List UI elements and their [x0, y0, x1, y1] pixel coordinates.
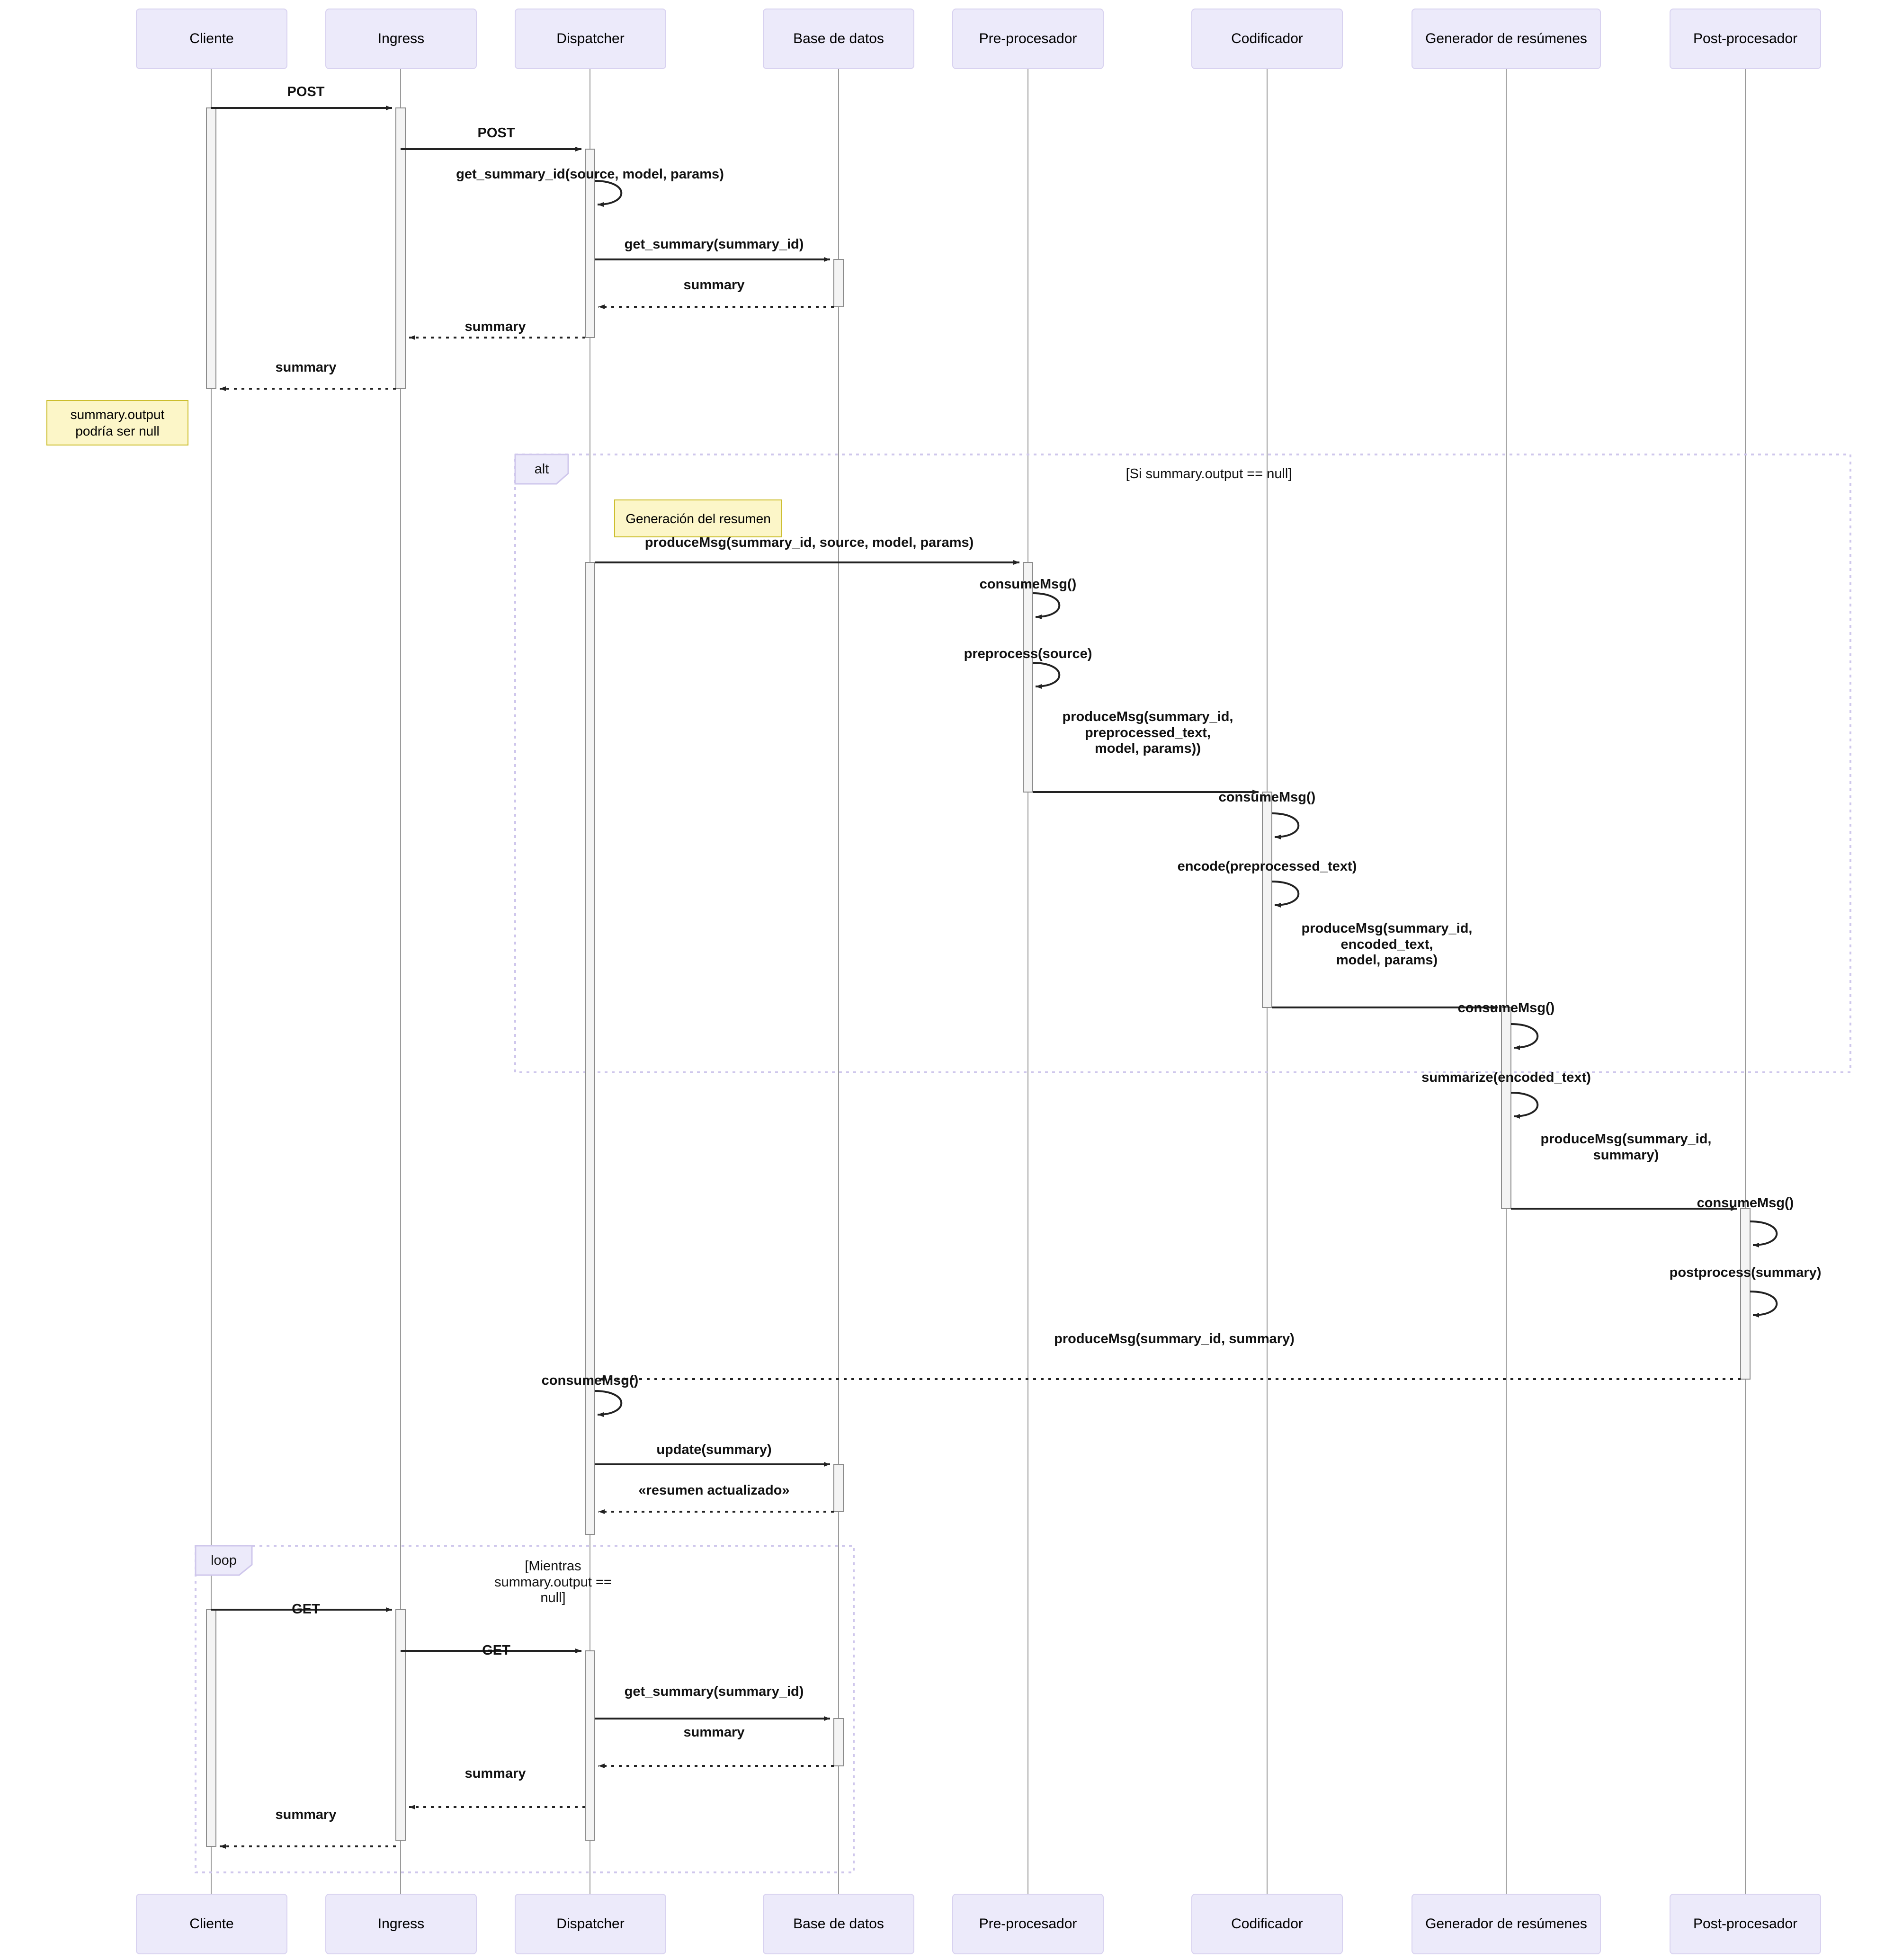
message-label-get-ingress-dispatcher: GET [482, 1643, 510, 1658]
participant-label: Codificador [1231, 31, 1303, 46]
arrow-m10-self [1032, 662, 1061, 689]
arrow-m15-self [1510, 1023, 1539, 1050]
lifelines-group [211, 66, 1746, 1896]
participant-label: Base de datos [793, 31, 884, 46]
message-label-consumemsg-postproc: consumeMsg() [1697, 1195, 1794, 1211]
message-label-resumen-actualizado: «resumen actualizado» [638, 1483, 790, 1498]
activation-database-2 [833, 1464, 844, 1512]
participant-label: Generador de resúmenes [1425, 31, 1587, 46]
participant-label: Pre-procesador [979, 1916, 1077, 1932]
loop-fragment-condition: [Mientras summary.output == null] [494, 1559, 612, 1606]
message-label-get-summary-loop: get_summary(summary_id) [624, 1684, 804, 1699]
message-label-summary-db-dispatcher-loop: summary [683, 1725, 745, 1740]
activation-ingress-2 [395, 1609, 406, 1841]
activation-database-3 [833, 1718, 844, 1766]
participant-head-cliente[interactable]: Cliente [136, 9, 287, 69]
message-label-producemsg-summary: produceMsg(summary_id, summary) [1540, 1131, 1712, 1163]
message-label-summary-ingress-cliente: summary [275, 360, 337, 375]
message-label-summary-ingress-cliente-loop: summary [275, 1807, 337, 1822]
participant-label: Post-procesador [1693, 31, 1798, 46]
fragment-label-shapes [195, 454, 569, 1576]
participant-label: Cliente [189, 31, 234, 46]
arrow-m13-self [1271, 881, 1300, 908]
message-label-encode-preprocessed: encode(preprocessed_text) [1177, 859, 1357, 874]
note-generacion-del-resumen: Generación del resumen [614, 499, 782, 537]
message-label-update-summary: update(summary) [656, 1442, 772, 1457]
message-label-producemsg-summary-id-summary: produceMsg(summary_id, summary) [1054, 1331, 1295, 1346]
participant-foot-database[interactable]: Base de datos [763, 1894, 914, 1954]
activation-dispatcher-3 [585, 1650, 595, 1841]
participant-head-database[interactable]: Base de datos [763, 9, 914, 69]
diagram-vector-layer: dispatcher return --> [195, 66, 1851, 1896]
participant-head-postproc[interactable]: Post-procesador [1670, 9, 1821, 69]
participant-head-preproc[interactable]: Pre-procesador [952, 9, 1104, 69]
arrow-m3-self [594, 180, 623, 207]
activation-encoder-1 [1262, 792, 1272, 1008]
participant-label: Base de datos [793, 1916, 884, 1932]
message-label-producemsg-preprocessed: produceMsg(summary_id, preprocessed_text… [1062, 709, 1233, 757]
message-label-post-cliente-ingress: POST [287, 84, 325, 99]
alt-fragment-condition: [Si summary.output == null] [1126, 466, 1292, 481]
arrow-m18-self [1750, 1221, 1778, 1247]
alt-fragment-label: alt [534, 461, 549, 477]
participant-foot-dispatcher[interactable]: Dispatcher [515, 1894, 666, 1954]
participant-head-encoder[interactable]: Codificador [1191, 9, 1343, 69]
participant-label: Ingress [377, 1916, 425, 1932]
participant-label: Dispatcher [556, 31, 625, 46]
activation-postproc-1 [1740, 1208, 1751, 1380]
arrow-m19-self [1750, 1291, 1778, 1318]
participant-foot-encoder[interactable]: Codificador [1191, 1894, 1343, 1954]
message-label-summarize-encoded: summarize(encoded_text) [1421, 1070, 1591, 1085]
message-label-producemsg-encoded: produceMsg(summary_id, encoded_text, mod… [1301, 921, 1473, 968]
message-label-consumemsg-summarizer: consumeMsg() [1457, 1000, 1555, 1016]
message-label-post-ingress-dispatcher: POST [477, 125, 515, 141]
participant-foot-summarizer[interactable]: Generador de resúmenes [1412, 1894, 1601, 1954]
activation-summarizer-1 [1501, 1007, 1511, 1209]
participant-label: Ingress [377, 31, 425, 46]
message-label-summary-dispatcher-ingress-loop: summary [465, 1766, 526, 1781]
loop-fragment-label: loop [211, 1552, 237, 1568]
message-label-consumemsg-preproc: consumeMsg() [979, 577, 1077, 592]
participant-label: Generador de resúmenes [1425, 1916, 1587, 1932]
arrow-m12-self [1271, 812, 1300, 839]
note-summary-output-null: summary.output podría ser null [46, 400, 188, 445]
sequence-diagram-canvas: dispatcher return --> [0, 0, 1894, 1960]
arrow-m21-self [594, 1390, 623, 1417]
participant-head-dispatcher[interactable]: Dispatcher [515, 9, 666, 69]
activation-bars-group [206, 107, 1751, 1847]
participant-head-ingress[interactable]: Ingress [325, 9, 477, 69]
message-label-consumemsg-encoder: consumeMsg() [1218, 790, 1316, 805]
activation-preproc-1 [1023, 562, 1033, 793]
message-label-consumemsg-dispatcher: consumeMsg() [541, 1373, 639, 1388]
activation-cliente-2 [206, 1609, 216, 1847]
participant-foot-postproc[interactable]: Post-procesador [1670, 1894, 1821, 1954]
message-label-summary-db-dispatcher: summary [683, 277, 745, 293]
participant-foot-ingress[interactable]: Ingress [325, 1894, 477, 1954]
participant-label: Pre-procesador [979, 31, 1077, 46]
message-label-producemsg-source: produceMsg(summary_id, source, model, pa… [644, 535, 974, 550]
message-label-get-summary: get_summary(summary_id) [624, 237, 804, 252]
message-label-get-cliente-ingress: GET [292, 1602, 320, 1617]
arrow-m9-self [1032, 592, 1061, 619]
message-label-summary-dispatcher-ingress: summary [465, 319, 526, 334]
participant-label: Post-procesador [1693, 1916, 1798, 1932]
participant-label: Dispatcher [556, 1916, 625, 1932]
activation-cliente-1 [206, 107, 216, 389]
participant-foot-cliente[interactable]: Cliente [136, 1894, 287, 1954]
message-label-get-summary-id: get_summary_id(source, model, params) [456, 167, 724, 182]
activation-database-1 [833, 259, 844, 307]
participant-label: Cliente [189, 1916, 234, 1932]
message-label-postprocess-summary: postprocess(summary) [1669, 1265, 1822, 1280]
message-label-preprocess-source: preprocess(source) [964, 646, 1092, 661]
arrow-m16-self [1510, 1092, 1539, 1119]
participant-label: Codificador [1231, 1916, 1303, 1932]
participant-head-summarizer[interactable]: Generador de resúmenes [1412, 9, 1601, 69]
messages-group: dispatcher return --> [211, 106, 1778, 1849]
participant-foot-preproc[interactable]: Pre-procesador [952, 1894, 1104, 1954]
